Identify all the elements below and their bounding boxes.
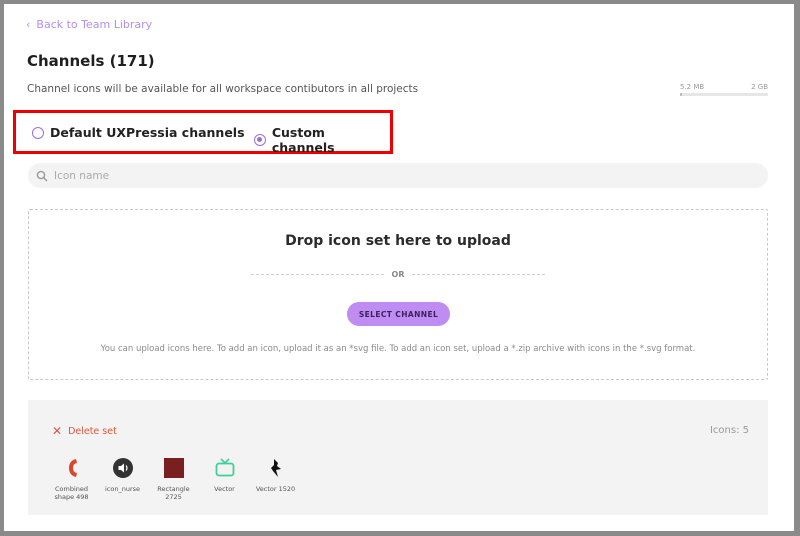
radio-custom-label: Custom channels (271, 125, 335, 155)
radio-checked-icon (254, 134, 266, 146)
back-link-label: Back to Team Library (36, 18, 153, 31)
icon-tile[interactable]: Combined shape 498 (50, 455, 93, 501)
bird-icon (263, 455, 289, 481)
or-divider: OR (251, 268, 545, 280)
icon-name: Vector 1520 (255, 485, 296, 493)
storage-bar (680, 93, 768, 96)
channels-page: ‹ Back to Team Library Channels (171) Ch… (4, 4, 794, 531)
search-input[interactable] (54, 169, 734, 182)
storage-total: 2 GB (751, 83, 768, 91)
icon-tile[interactable]: Vector 1520 (254, 455, 297, 501)
icon-tile[interactable]: Rectangle 2725 (152, 455, 195, 501)
speaker-icon (110, 455, 136, 481)
phone-icon (59, 455, 85, 481)
icon-name: Combined shape 498 (54, 485, 89, 502)
back-to-team-library-link[interactable]: ‹ Back to Team Library (26, 18, 152, 31)
or-label: OR (391, 269, 405, 279)
icon-name: Vector (214, 485, 235, 493)
radio-unchecked-icon (32, 126, 44, 139)
channel-source-selector: Default UXPressia channels Custom channe… (13, 110, 393, 155)
storage-bar-fill (680, 93, 682, 96)
page-title: Channels (171) (27, 52, 155, 70)
divider-line (412, 273, 545, 275)
page-subtitle: Channel icons will be available for all … (27, 83, 419, 95)
icon-tile[interactable]: Vector (203, 455, 246, 501)
icon-name: Rectangle 2725 (157, 485, 190, 502)
upload-dropzone[interactable]: Drop icon set here to upload OR SELECT C… (28, 209, 768, 380)
delete-set-label: Delete set (68, 425, 117, 437)
icon-search (28, 163, 768, 188)
divider-line (251, 273, 384, 275)
icon-name: icon_nurse (104, 485, 141, 493)
tv-icon (212, 455, 238, 481)
dropzone-title: Drop icon set here to upload (285, 233, 511, 249)
storage-used: 5.2 MB (680, 83, 705, 91)
radio-default-channels[interactable]: Default UXPressia channels (32, 125, 245, 140)
search-icon (36, 170, 48, 181)
radio-custom-channels[interactable]: Custom channels (254, 125, 390, 155)
close-icon: ✕ (52, 424, 63, 438)
icon-tile[interactable]: icon_nurse (101, 455, 144, 501)
upload-help-text: You can upload icons here. To add an ico… (100, 344, 696, 354)
radio-default-label: Default UXPressia channels (50, 125, 245, 140)
icon-list: Combined shape 498 icon_nurse Rectangle … (50, 455, 297, 501)
chevron-left-icon: ‹ (26, 18, 31, 31)
select-channel-button[interactable]: SELECT CHANNEL (347, 302, 450, 326)
delete-set-button[interactable]: ✕ Delete set (52, 425, 117, 437)
icon-set-panel: ✕ Delete set Icons: 5 Combined shape 498 (28, 400, 768, 515)
storage-indicator: 5.2 MB 2 GB (680, 83, 768, 96)
rectangle-icon (161, 455, 187, 481)
icons-count: Icons: 5 (709, 425, 749, 436)
